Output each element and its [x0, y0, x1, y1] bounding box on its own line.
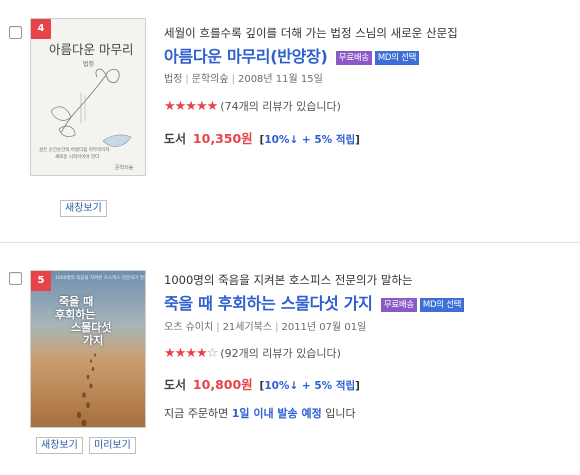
discount-info: [10%↓ + 5% 적립]	[259, 134, 360, 146]
book-subtitle: 세월이 흐를수록 깊이를 더해 가는 법정 스님의 새로운 산문집	[164, 26, 458, 40]
book-title-link[interactable]: 아름다운 마무리(반양장) 무료배송 MD의 선택	[164, 43, 420, 67]
rating-row: ★★★★★ (74개의 리뷰가 있습니다)	[164, 98, 341, 114]
book-subtitle: 1000명의 죽음을 지켜본 호스피스 전문의가 말하는	[164, 273, 413, 287]
author-link[interactable]: 법정	[164, 74, 182, 85]
book-title[interactable]: 죽을 때 후회하는 스물다섯 가지	[164, 294, 373, 313]
price-row: 도서 10,800원 [10%↓ + 5% 적립]	[164, 374, 360, 393]
pub-date: 2011년 07월 01일	[281, 322, 367, 333]
cover-blurb-2: 새로운 시작이어야 한다	[55, 155, 100, 160]
cover-title: 아름다운 마무리	[49, 42, 134, 57]
book-cover[interactable]: 4 아름다운 마무리 법정 살은 순간순간의 아름다움 마무리이자 새로운 시작…	[30, 18, 146, 176]
free-shipping-badge: 무료배송	[335, 50, 372, 65]
book-title-link[interactable]: 죽을 때 후회하는 스물다섯 가지 무료배송 MD의 선택	[164, 290, 465, 314]
rank-badge: 5	[31, 271, 51, 291]
book-meta: 법정 | 문학의숲 | 2008년 11월 15일	[164, 74, 323, 85]
book-cover[interactable]: 5 1000명의 죽음을 지켜본 호스피스 전문의가 말하는 죽을 때 후회하는…	[30, 270, 146, 428]
author-link[interactable]: 오츠 슈이치	[164, 322, 213, 333]
md-pick-badge: MD의 선택	[419, 297, 465, 312]
price-value: 10,800원	[192, 377, 253, 392]
publisher-link[interactable]: 문학의숲	[192, 74, 229, 85]
price-value: 10,350원	[192, 131, 253, 146]
rating-row: ★★★★☆ (92개의 리뷰가 있습니다)	[164, 345, 341, 361]
select-checkbox[interactable]	[9, 272, 22, 285]
md-pick-badge: MD의 선택	[374, 50, 420, 65]
free-shipping-badge: 무료배송	[380, 297, 417, 312]
price-row: 도서 10,350원 [10%↓ + 5% 적립]	[164, 128, 360, 147]
publisher-link[interactable]: 21세기북스	[223, 322, 273, 333]
pub-date: 2008년 11월 15일	[237, 74, 323, 85]
book-item: 4 아름다운 마무리 법정 살은 순간순간의 아름다움 마무리이자 새로운 시작…	[0, 0, 580, 240]
book-meta: 오츠 슈이치 | 21세기북스 | 2011년 07월 01일	[164, 322, 367, 333]
price-label: 도서	[164, 132, 187, 146]
cover-blurb-1: 살은 순간순간의 아름다움 마무리이자	[39, 148, 110, 153]
item-divider	[0, 242, 580, 243]
preview-button[interactable]: 미리보기	[89, 437, 136, 454]
star-rating-icon: ★★★★☆	[164, 346, 218, 361]
new-window-button[interactable]: 새창보기	[60, 200, 107, 217]
discount-info: [10%↓ + 5% 적립]	[259, 380, 360, 392]
rank-badge: 4	[31, 19, 51, 39]
star-rating-icon: ★★★★★	[164, 99, 218, 114]
review-count-link[interactable]: (74개의 리뷰가 있습니다)	[220, 100, 341, 113]
cover-title-4: 가지	[83, 334, 104, 347]
review-count-link[interactable]: (92개의 리뷰가 있습니다)	[220, 347, 341, 360]
shipping-info: 지금 주문하면 1일 이내 발송 예정 입니다	[164, 407, 356, 420]
cover-tagline: 1000명의 죽음을 지켜본 호스피스 전문의가 말하는	[55, 276, 145, 281]
new-window-button[interactable]: 새창보기	[36, 437, 83, 454]
cover-publisher: 문학의숲	[115, 165, 134, 171]
footprints-illustration	[76, 353, 96, 427]
price-label: 도서	[164, 378, 187, 392]
book-item: 5 1000명의 죽음을 지켜본 호스피스 전문의가 말하는 죽을 때 후회하는…	[0, 244, 580, 475]
select-checkbox[interactable]	[9, 26, 22, 39]
book-title[interactable]: 아름다운 마무리(반양장)	[164, 47, 328, 66]
